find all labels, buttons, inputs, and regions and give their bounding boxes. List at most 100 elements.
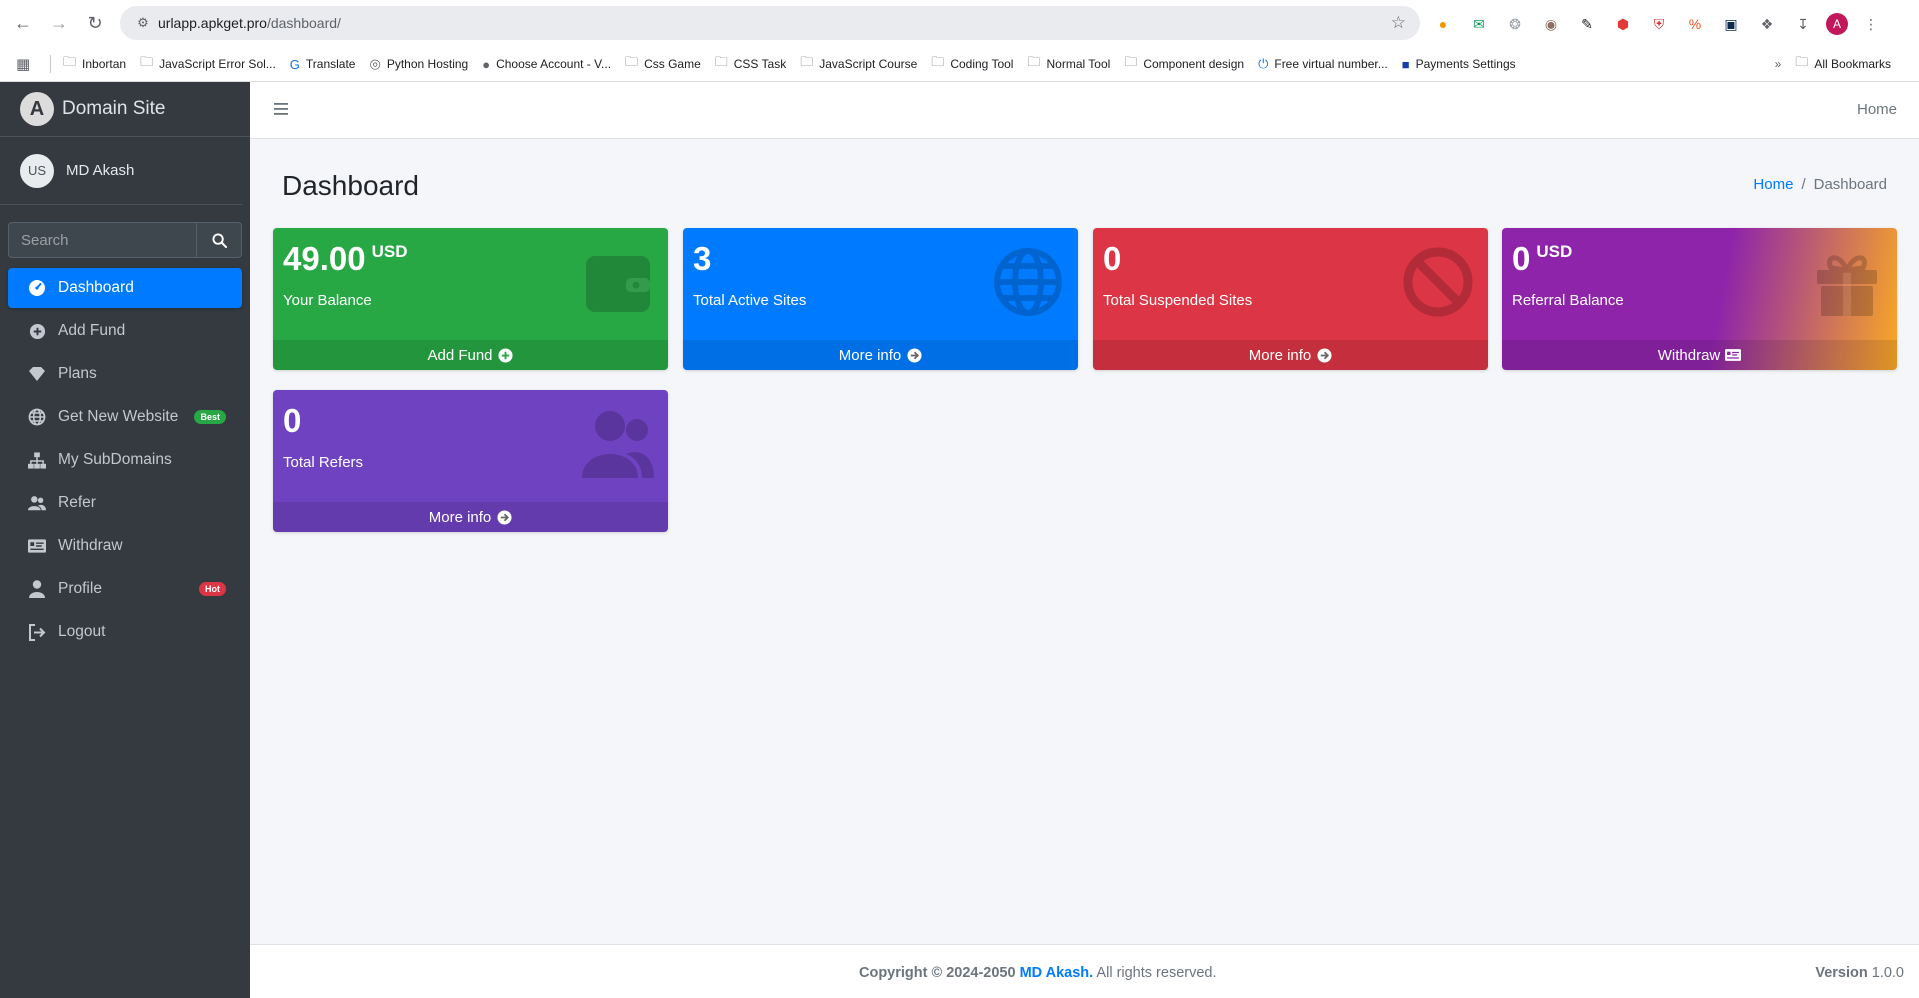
extension-icon-1[interactable]: ● [1430,11,1456,37]
logout-icon [28,623,46,641]
url-host: urlapp.apkget.pro [158,15,267,31]
sidebar-item-withdraw[interactable]: Withdraw [8,526,242,566]
sidebar-item-refer[interactable]: Refer [8,483,242,523]
back-icon[interactable]: ← [6,6,40,40]
stat-number: 49.00 [283,240,366,277]
bookmark-item[interactable]: ■ Payments Settings [1402,57,1516,72]
sidebar: A Domain Site US MD Akash Dashboard Add F… [0,82,250,998]
browser-nav-row: ← → ↻ ⚙ urlapp.apkget.pro/dashboard/ ☆ ●… [0,0,1919,46]
more-bookmarks-icon[interactable]: » [1775,57,1782,71]
stat-card-footer-link[interactable]: More info [273,502,668,532]
arrow-circle-right-icon [1316,347,1332,363]
author-link[interactable]: MD Akash. [1020,965,1094,981]
users-icon [582,408,654,480]
search-input[interactable] [8,222,196,258]
browser-menu-icon[interactable]: ⋮ [1858,11,1884,37]
stat-number: 0 [1103,240,1122,277]
shield-extension-icon[interactable]: ⛨ [1646,11,1672,37]
hamburger-menu-icon[interactable] [272,100,290,118]
sidebar-menu: Dashboard Add Fund Plans Get New Website Bes… [8,268,242,655]
site-settings-icon[interactable]: ⚙ [128,15,158,31]
bookmarks-right: » 🗀 All Bookmarks [1775,46,1905,82]
bookmark-item[interactable]: 🗀 JavaScript Error Sol... [140,53,276,75]
bookmark-item[interactable]: 🗀 Inbortan [63,53,126,75]
bookmark-item[interactable]: 🗀 JavaScript Course [800,53,917,75]
stat-label: Total Refers [283,454,364,471]
puzzle-extensions-icon[interactable]: ❖ [1754,11,1780,37]
bookmark-label: Translate [305,57,356,71]
sidebar-item-my-subdomains[interactable]: My SubDomains [8,440,242,480]
bookmark-label: Normal Tool [1046,57,1111,71]
bookmark-item[interactable]: 🗀 Component design [1124,53,1244,75]
footer-link-label: More info [838,346,902,364]
all-bookmarks[interactable]: 🗀 All Bookmarks [1795,53,1891,75]
top-home-link[interactable]: Home [1857,101,1897,118]
dark-extension-icon[interactable]: ▣ [1718,11,1744,37]
sidebar-item-plans[interactable]: Plans [8,354,242,394]
apps-grid-icon[interactable]: ▦ [16,55,38,73]
brand-link[interactable]: A Domain Site [0,82,250,137]
footer-link-label: More info [428,508,492,526]
folder-icon: 🗀 [625,54,639,69]
cookie-extension-icon[interactable]: ◉ [1538,11,1564,37]
bookmark-star-icon[interactable]: ☆ [1391,13,1406,33]
breadcrumb-home[interactable]: Home [1753,176,1793,193]
stat-unit: USD [371,242,408,261]
user-panel[interactable]: US MD Akash [0,137,242,205]
bookmark-item[interactable]: 🗀 CSS Task [715,53,786,75]
folder-icon: 🗀 [140,54,154,69]
sidebar-item-logout[interactable]: Logout [8,612,242,652]
bookmark-item[interactable]: ◎ Python Hosting [369,56,468,72]
search-button[interactable] [196,222,242,258]
bookmark-label: Coding Tool [950,57,1014,71]
user-name[interactable]: MD Akash [66,162,134,179]
folder-icon: 🗀 [1027,54,1041,69]
stat-label: Referral Balance [1512,292,1624,309]
extension-icon-3[interactable]: ❂ [1502,11,1528,37]
stat-value: 0 [283,402,301,440]
download-icon[interactable]: ↧ [1790,11,1816,37]
profile-avatar[interactable]: A [1826,13,1848,35]
browser-chrome: ← → ↻ ⚙ urlapp.apkget.pro/dashboard/ ☆ ●… [0,0,1919,82]
version-number: 1.0.0 [1871,965,1904,981]
stat-number: 3 [693,240,712,277]
globe-icon [28,408,46,426]
sidebar-item-label: Refer [58,494,96,511]
address-bar[interactable]: ⚙ urlapp.apkget.pro/dashboard/ ☆ [120,6,1420,40]
extension-icon-2[interactable]: ✉ [1466,11,1492,37]
reload-icon[interactable]: ↻ [78,6,112,40]
folder-icon: 🗀 [714,54,728,69]
bookmark-label: Payments Settings [1415,57,1516,71]
money-check-icon [1725,347,1742,363]
bookmark-item[interactable]: ● Choose Account - V... [482,57,611,72]
arrow-circle-right-icon [496,509,512,525]
wallet-icon [582,246,654,318]
adblock-extension-icon[interactable]: ⬢ [1610,11,1636,37]
all-bookmarks-label: All Bookmarks [1814,57,1891,71]
bookmark-item[interactable]: 🗀 Normal Tool [1027,53,1110,75]
sidebar-item-get-new-website[interactable]: Get New Website Best [8,397,242,437]
bookmarks-list: 🗀 Inbortan 🗀 JavaScript Error Sol... G Transl… [63,53,1530,75]
percent-extension-icon[interactable]: % [1682,11,1708,37]
translate-icon: G [289,56,300,72]
sidebar-item-label: Get New Website [58,408,179,425]
user-avatar: US [20,153,54,188]
forward-icon[interactable]: → [42,6,76,40]
stat-card-total-active-sites: 3 Total Active Sites More info [683,228,1078,370]
sidebar-item-add-fund[interactable]: Add Fund [8,311,242,351]
stat-number: 0 [1512,240,1531,277]
sidebar-item-dashboard[interactable]: Dashboard [8,268,242,308]
bookmark-label: Inbortan [82,57,127,71]
bookmark-item[interactable]: ⏻ Free virtual number... [1258,56,1388,72]
stat-card-referral-balance: 0 USD Referral Balance Withdraw [1502,228,1897,370]
address-url[interactable]: urlapp.apkget.pro/dashboard/ [158,15,341,31]
stat-card-footer-link[interactable]: Withdraw [1502,340,1897,370]
bookmark-item[interactable]: 🗀 Css Game [625,53,701,75]
eyedropper-extension-icon[interactable]: ✎ [1574,11,1600,37]
bookmark-item[interactable]: 🗀 Coding Tool [931,53,1013,75]
bookmark-item[interactable]: G Translate [290,57,356,72]
sidebar-item-profile[interactable]: Profile Hot [8,569,242,609]
stat-card-footer-link[interactable]: More info [1093,340,1488,370]
stat-card-footer-link[interactable]: Add Fund [273,340,668,370]
stat-card-footer-link[interactable]: More info [683,340,1078,370]
